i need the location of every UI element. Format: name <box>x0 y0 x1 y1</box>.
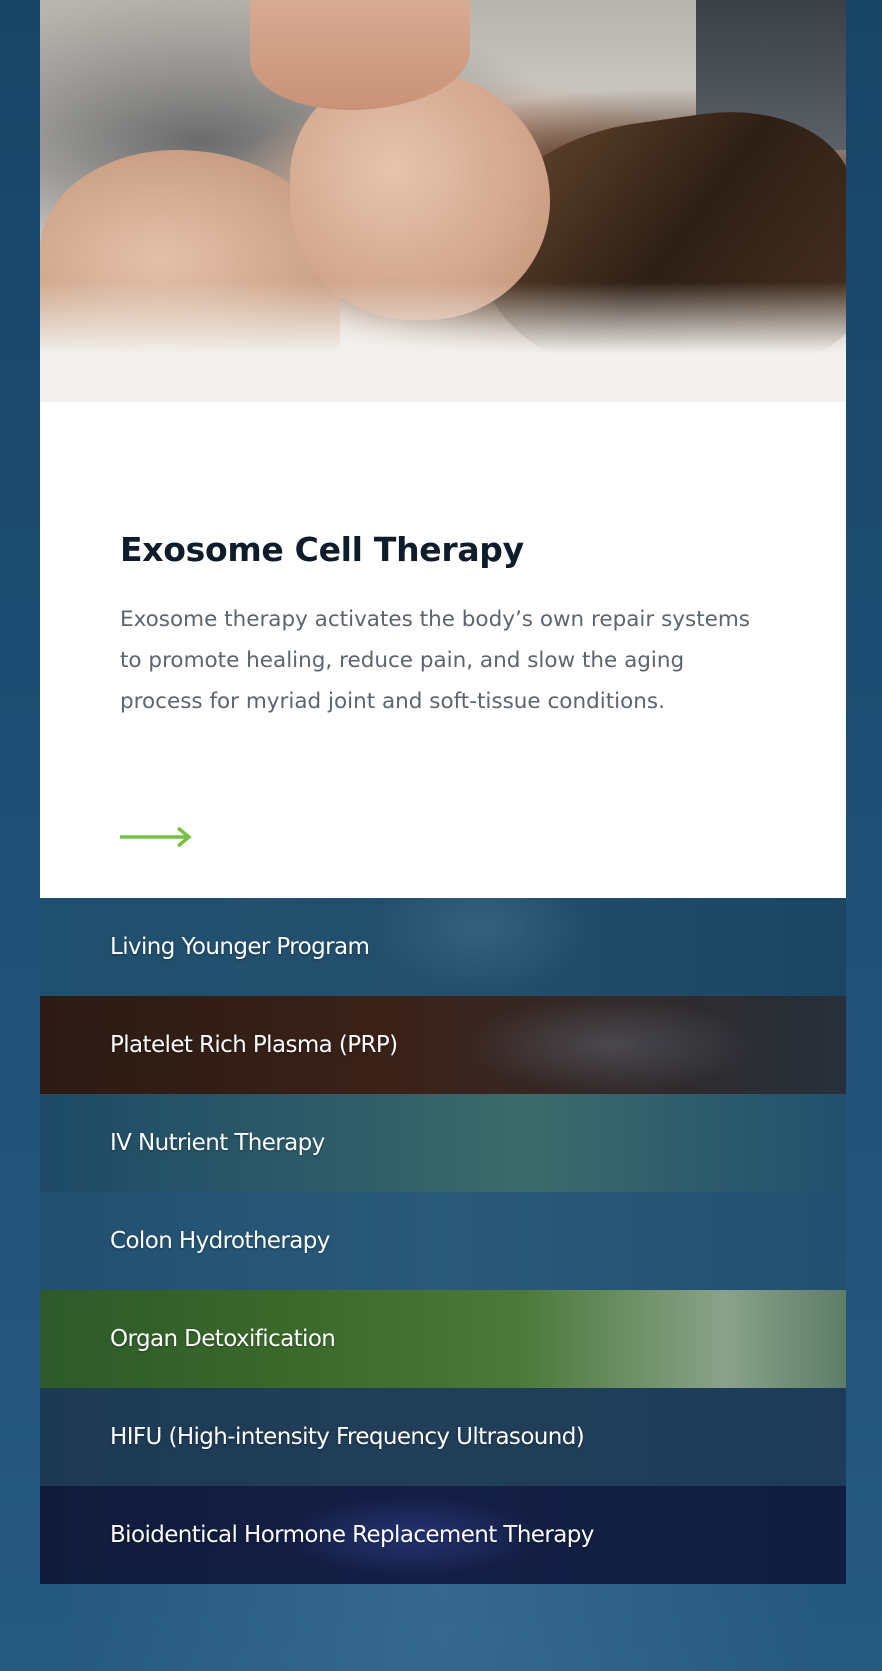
card-description: Exosome therapy activates the body’s own… <box>120 607 751 714</box>
list-item-colon-hydrotherapy[interactable]: Colon Hydrotherapy <box>40 1192 846 1290</box>
list-item-platelet-rich-plasma[interactable]: Platelet Rich Plasma (PRP) <box>40 996 846 1094</box>
list-item-organ-detoxification[interactable]: Organ Detoxification <box>40 1290 846 1388</box>
list-item-label: Colon Hydrotherapy <box>110 1228 330 1254</box>
right-arrow-icon[interactable] <box>120 826 192 848</box>
list-item-label: IV Nutrient Therapy <box>110 1130 325 1156</box>
card-title: Exosome Cell Therapy <box>120 530 524 569</box>
hero-image-pillow <box>40 282 846 402</box>
services-list: Living Younger Program Platelet Rich Pla… <box>40 898 846 1584</box>
list-item-label: Organ Detoxification <box>110 1326 336 1352</box>
list-item-label: Platelet Rich Plasma (PRP) <box>110 1032 398 1058</box>
list-item-iv-nutrient-therapy[interactable]: IV Nutrient Therapy <box>40 1094 846 1192</box>
list-item-label: HIFU (High-intensity Frequency Ultrasoun… <box>110 1424 585 1450</box>
list-item-hifu[interactable]: HIFU (High-intensity Frequency Ultrasoun… <box>40 1388 846 1486</box>
list-item-bioidentical-hormone-replacement-therapy[interactable]: Bioidentical Hormone Replacement Therapy <box>40 1486 846 1584</box>
service-card: Exosome Cell Therapy Exosome therapy act… <box>40 402 846 898</box>
list-item-label: Bioidentical Hormone Replacement Therapy <box>110 1522 594 1548</box>
list-item-living-younger-program[interactable]: Living Younger Program <box>40 898 846 996</box>
service-panel: Exosome Cell Therapy Exosome therapy act… <box>40 0 846 1585</box>
list-item-label: Living Younger Program <box>110 934 370 960</box>
hero-image <box>40 0 846 402</box>
